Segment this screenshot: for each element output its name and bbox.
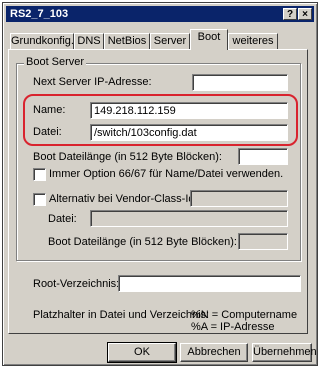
alt-datei-input[interactable] <box>90 210 288 227</box>
boot-length-label: Boot Dateilänge (in 512 Byte Blöcken): <box>33 151 222 163</box>
boot-server-group-title: Boot Server <box>24 56 87 68</box>
option-66-67-checkbox[interactable] <box>33 168 46 181</box>
tab-server[interactable]: Server <box>150 33 190 49</box>
help-button[interactable]: ? <box>283 8 297 20</box>
name-input[interactable]: 149.218.112.159 <box>90 102 288 119</box>
datei-label: Datei: <box>33 126 62 138</box>
title-bar: RS2_7_103 ? × <box>6 6 314 22</box>
vendor-class-checkbox[interactable] <box>33 193 46 206</box>
window-title: RS2_7_103 <box>10 8 69 20</box>
cancel-button[interactable]: Abbrechen <box>180 343 248 362</box>
alt-datei-label: Datei: <box>48 213 77 225</box>
tab-weiteres[interactable]: weiteres <box>228 33 278 49</box>
close-button[interactable]: × <box>298 8 312 20</box>
vendor-class-label: Alternativ bei Vendor-Class-Id: <box>49 193 198 205</box>
tab-netbios[interactable]: NetBios <box>104 33 150 49</box>
vendor-class-input[interactable] <box>190 190 288 207</box>
next-server-input[interactable] <box>192 74 288 91</box>
root-dir-label: Root-Verzeichnis: <box>33 278 120 290</box>
ok-button[interactable]: OK <box>107 342 177 363</box>
name-label: Name: <box>33 104 66 116</box>
tab-grundkonfig[interactable]: Grundkonfig. <box>10 33 74 49</box>
option-66-67-label: Immer Option 66/67 für Name/Datei verwen… <box>49 168 284 180</box>
apply-button[interactable]: Übernehmen <box>252 343 317 362</box>
placeholder-label: Platzhalter in Datei und Verzeichnis: <box>33 309 210 321</box>
alt-boot-length-label: Boot Dateilänge (in 512 Byte Blöcken): <box>48 236 237 248</box>
placeholder-line-2: %A = IP-Adresse <box>191 321 275 333</box>
tab-boot[interactable]: Boot <box>190 29 228 50</box>
root-dir-input[interactable] <box>118 275 301 292</box>
placeholder-line-1: %N = Computername <box>191 309 298 321</box>
next-server-label: Next Server IP-Adresse: <box>33 76 152 88</box>
datei-input[interactable]: /switch/103config.dat <box>90 124 288 141</box>
alt-boot-length-input[interactable] <box>238 233 288 250</box>
boot-length-input[interactable] <box>238 148 288 165</box>
tab-dns[interactable]: DNS <box>74 33 104 49</box>
